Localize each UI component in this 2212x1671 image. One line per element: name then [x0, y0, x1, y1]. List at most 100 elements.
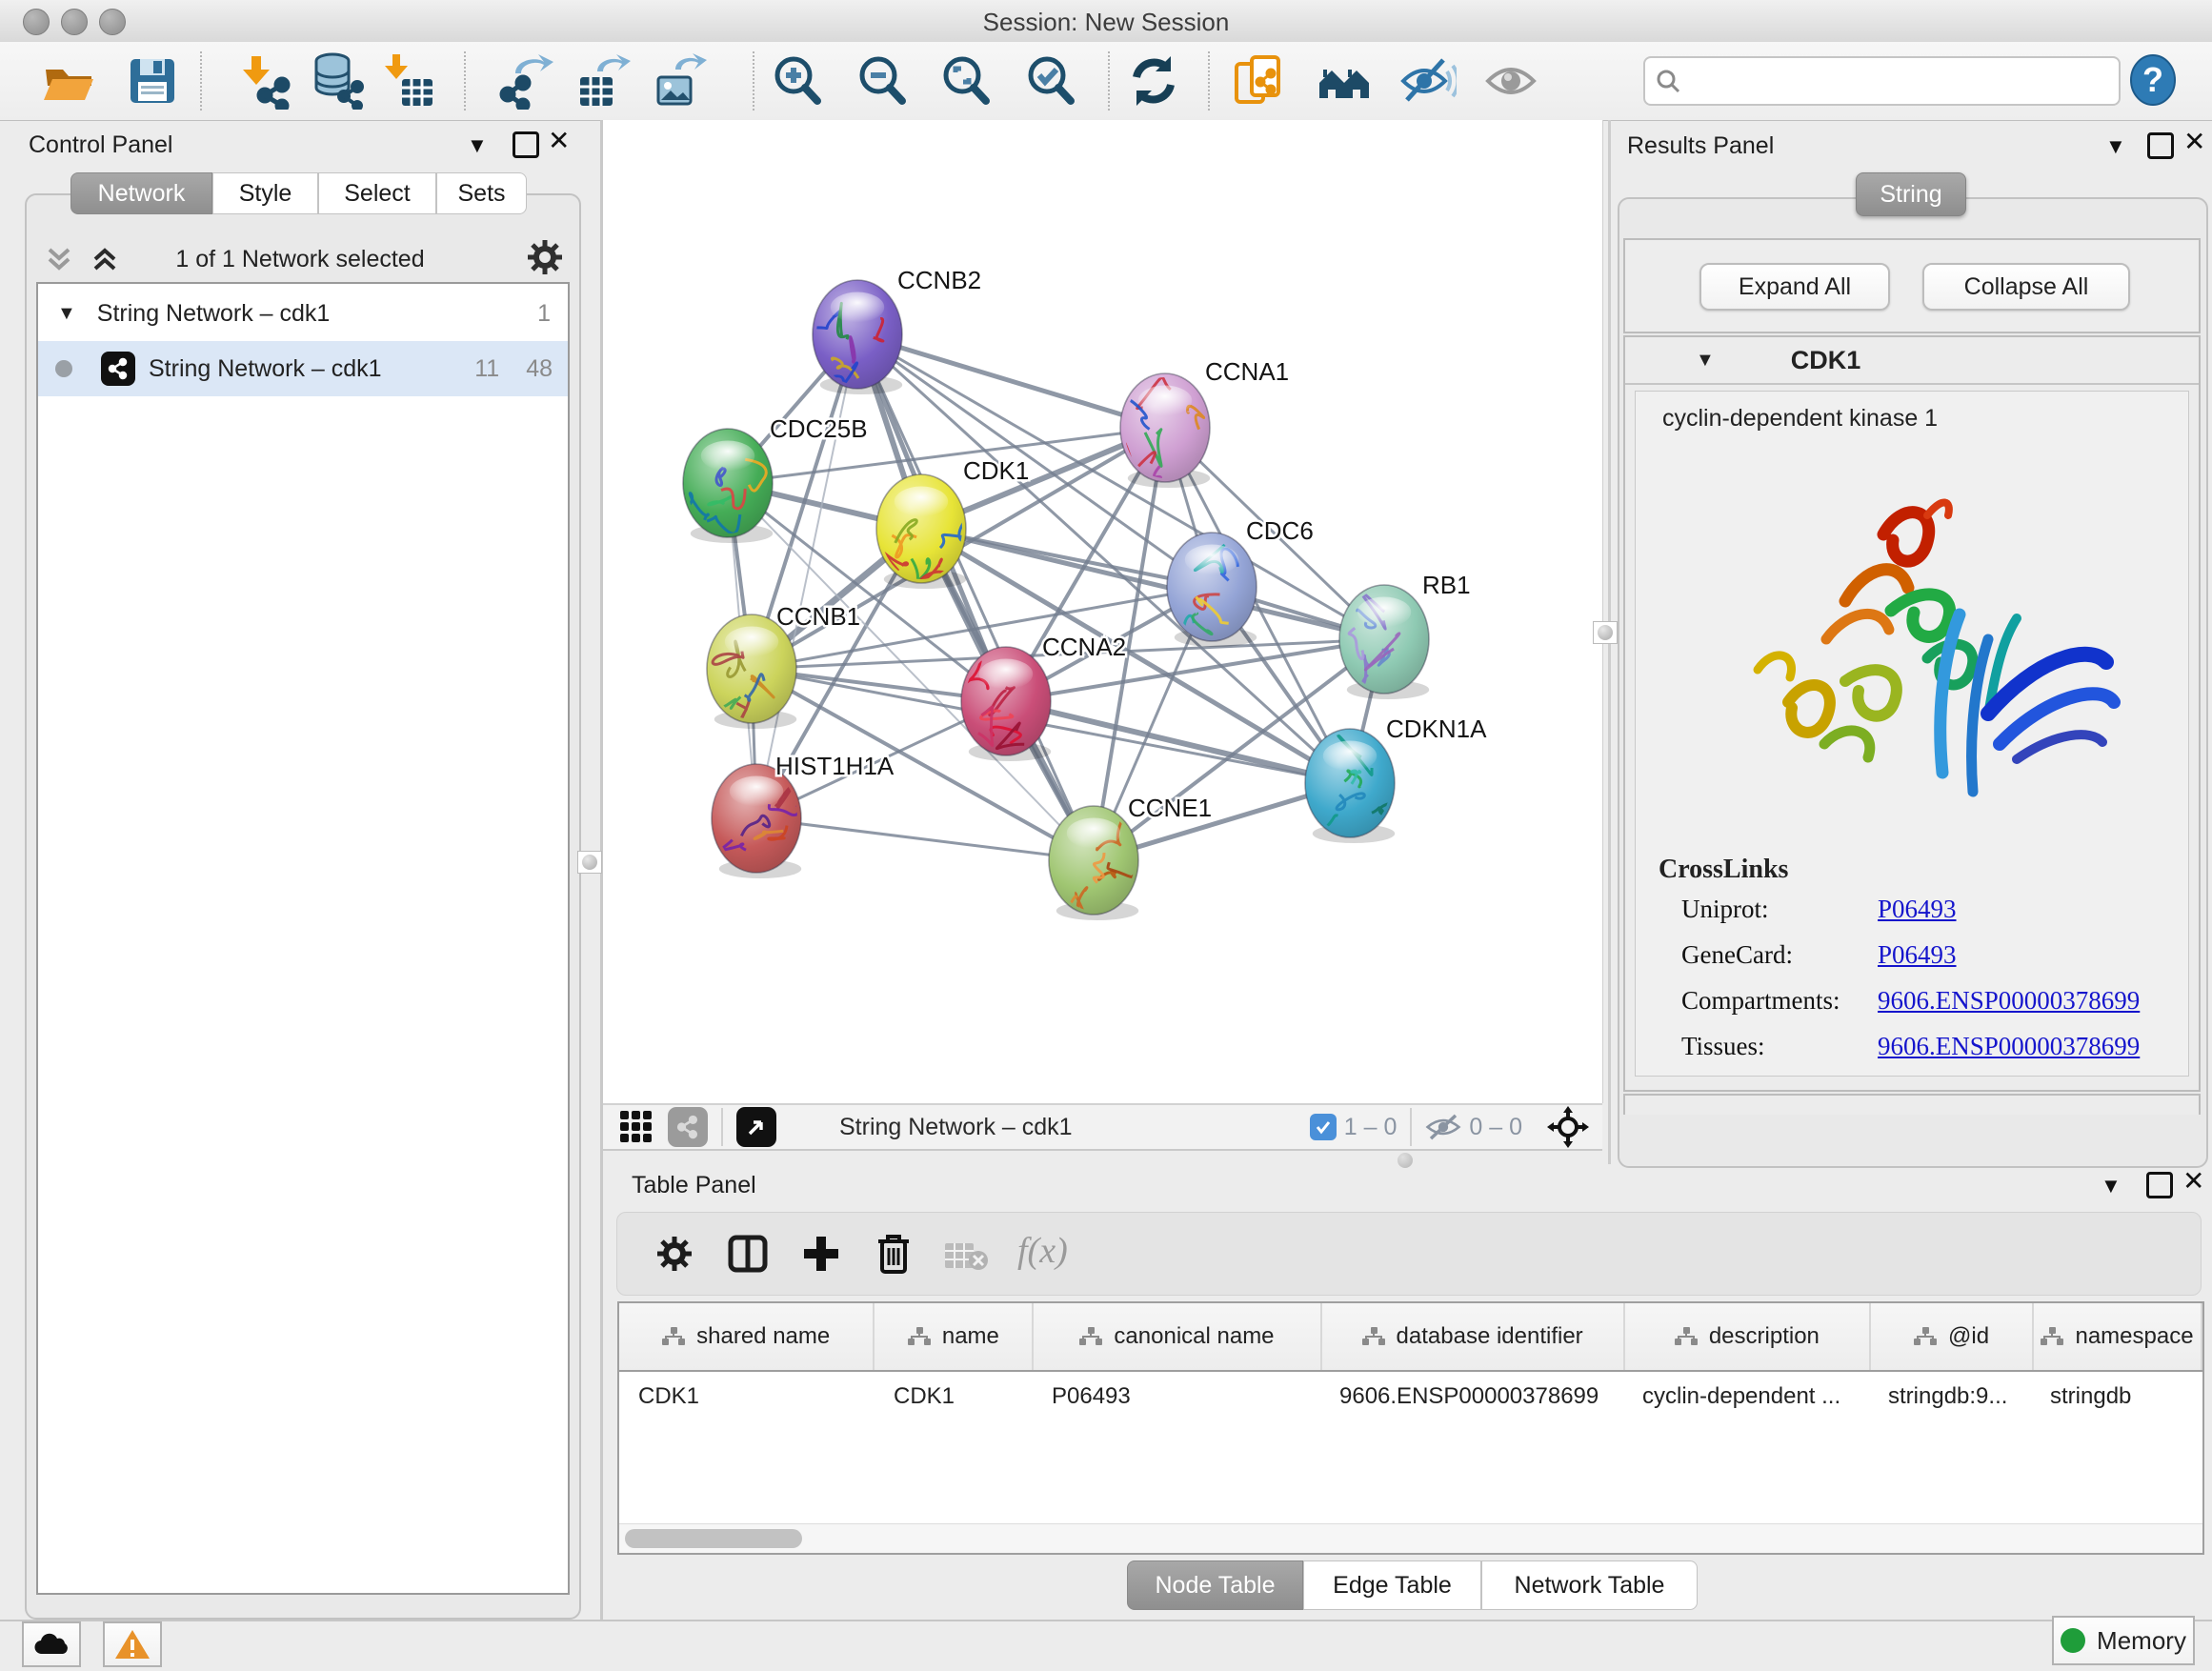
- tab-edge-table[interactable]: Edge Table: [1303, 1560, 1481, 1610]
- network-node-CCNB2[interactable]: CCNB2: [813, 266, 981, 394]
- section-collapse-icon[interactable]: ▼: [1696, 350, 1715, 372]
- network-node-CDC6[interactable]: CDC6: [1167, 516, 1314, 647]
- function-builder-icon[interactable]: f(x): [1017, 1230, 1068, 1272]
- table-cell[interactable]: CDK1: [875, 1372, 1033, 1421]
- network-node-CDKN1A[interactable]: CDKN1A: [1305, 715, 1487, 843]
- close-panel-icon[interactable]: ✕: [548, 131, 570, 151]
- collapse-panel-icon[interactable]: ▼: [2105, 134, 2126, 159]
- network-edge[interactable]: [1006, 701, 1350, 783]
- eye-slash-icon[interactable]: [1399, 52, 1457, 110]
- table-row[interactable]: CDK1CDK1P064939606.ENSP00000378699cyclin…: [619, 1372, 2202, 1421]
- crosslink-value-link[interactable]: P06493: [1878, 895, 1957, 924]
- crosslink-value-link[interactable]: P06493: [1878, 940, 1957, 970]
- tab-select[interactable]: Select: [318, 172, 436, 214]
- tab-network-table[interactable]: Network Table: [1481, 1560, 1698, 1610]
- column-header-name[interactable]: name: [875, 1303, 1034, 1370]
- export-image-icon[interactable]: [651, 52, 708, 110]
- float-panel-icon[interactable]: [513, 131, 539, 158]
- network-node-HIST1H1A[interactable]: HIST1H1A: [712, 752, 895, 878]
- add-column-icon[interactable]: [800, 1233, 842, 1275]
- eye-icon[interactable]: [1482, 52, 1539, 110]
- import-table-icon[interactable]: [379, 52, 436, 110]
- save-icon[interactable]: [124, 52, 181, 110]
- network-node-CCNA1[interactable]: CCNA1: [1120, 357, 1289, 488]
- network-edge[interactable]: [857, 334, 1165, 428]
- table-cell[interactable]: 9606.ENSP00000378699: [1320, 1372, 1623, 1421]
- gear-icon[interactable]: [526, 238, 564, 276]
- column-header-canonical-name[interactable]: canonical name: [1034, 1303, 1321, 1370]
- gene-section-header[interactable]: ▼ CDK1: [1625, 337, 2199, 385]
- tab-string[interactable]: String: [1856, 172, 1966, 216]
- collapse-all-networks-icon[interactable]: [88, 244, 122, 274]
- float-panel-icon[interactable]: [2147, 132, 2174, 159]
- birdseye-grid-icon[interactable]: [618, 1109, 654, 1145]
- tab-style[interactable]: Style: [212, 172, 318, 214]
- open-in-window-icon[interactable]: [736, 1107, 776, 1147]
- collapse-panel-icon[interactable]: ▼: [2101, 1174, 2122, 1198]
- network-node-CCNE1[interactable]: CCNE1: [1049, 794, 1212, 920]
- export-table-icon[interactable]: [574, 52, 632, 110]
- zoom-selected-icon[interactable]: [1022, 52, 1079, 110]
- share-view-icon[interactable]: [668, 1107, 708, 1147]
- selected-checkbox-icon[interactable]: [1310, 1114, 1337, 1140]
- show-columns-icon[interactable]: [728, 1235, 768, 1273]
- network-node-CDC25B[interactable]: CDC25B: [675, 414, 868, 543]
- network-node-RB1[interactable]: RB1: [1339, 571, 1471, 699]
- tab-node-table[interactable]: Node Table: [1127, 1560, 1303, 1610]
- gear-icon[interactable]: [655, 1235, 694, 1273]
- hidden-eye-slash-icon[interactable]: [1425, 1111, 1461, 1143]
- crosslink-value-link[interactable]: 9606.ENSP00000378699: [1878, 1032, 2140, 1061]
- warning-icon[interactable]: [103, 1621, 162, 1667]
- table-cell[interactable]: P06493: [1033, 1372, 1320, 1421]
- network-edge[interactable]: [756, 818, 1094, 860]
- cloud-icon[interactable]: [22, 1621, 81, 1667]
- horizontal-scrollbar[interactable]: [619, 1523, 2202, 1553]
- expand-all-networks-icon[interactable]: [42, 244, 76, 274]
- column-header-shared-name[interactable]: shared name: [619, 1303, 875, 1370]
- tree-expand-icon[interactable]: ▼: [57, 303, 76, 325]
- table-cell[interactable]: stringdb: [2031, 1372, 2199, 1421]
- table-cell[interactable]: cyclin-dependent ...: [1623, 1372, 1869, 1421]
- search-input[interactable]: [1681, 67, 2066, 95]
- houses-icon[interactable]: [1316, 52, 1373, 110]
- zoom-out-icon[interactable]: [854, 52, 911, 110]
- splitter-knob-left[interactable]: [577, 851, 602, 874]
- column-header-namespace[interactable]: namespace: [2034, 1303, 2202, 1370]
- collapse-panel-icon[interactable]: ▼: [467, 133, 488, 158]
- column-header-database-identifier[interactable]: database identifier: [1322, 1303, 1625, 1370]
- expand-all-button[interactable]: Expand All: [1699, 263, 1890, 311]
- network-edge[interactable]: [756, 334, 857, 818]
- zoom-in-icon[interactable]: [769, 52, 826, 110]
- copy-network-icon[interactable]: [1231, 52, 1288, 110]
- column-header-@id[interactable]: @id: [1871, 1303, 2034, 1370]
- column-header-description[interactable]: description: [1625, 1303, 1871, 1370]
- delete-column-icon[interactable]: [875, 1232, 913, 1276]
- import-network-icon[interactable]: [236, 52, 293, 110]
- zoom-fit-icon[interactable]: [937, 52, 995, 110]
- network-canvas[interactable]: CCNB2CCNA1CDC25BCDK1CDC6RB1CCNB1CCNA2CDK…: [603, 120, 1603, 1103]
- crosslink-value-link[interactable]: 9606.ENSP00000378699: [1878, 986, 2140, 1016]
- network-row-selected[interactable]: String Network – cdk1 11 48: [38, 341, 568, 396]
- gene-name: CDK1: [1791, 346, 1861, 375]
- search-field[interactable]: [1643, 56, 2121, 106]
- float-panel-icon[interactable]: [2146, 1172, 2173, 1198]
- close-panel-icon[interactable]: ✕: [2182, 1171, 2204, 1192]
- table-cell[interactable]: CDK1: [619, 1372, 875, 1421]
- import-database-icon[interactable]: [310, 52, 367, 110]
- delete-table-icon[interactable]: [943, 1239, 989, 1272]
- help-icon[interactable]: ?: [2126, 53, 2180, 107]
- tab-network[interactable]: Network: [70, 172, 212, 214]
- network-collection-row[interactable]: ▼ String Network – cdk1 1: [38, 286, 568, 341]
- network-edge[interactable]: [857, 334, 1094, 860]
- memory-button[interactable]: Memory: [2052, 1616, 2195, 1665]
- table-cell[interactable]: stringdb:9...: [1869, 1372, 2031, 1421]
- tab-sets[interactable]: Sets: [436, 172, 527, 214]
- refresh-icon[interactable]: [1125, 52, 1182, 110]
- collapse-all-button[interactable]: Collapse All: [1922, 263, 2130, 311]
- node-label: CCNB2: [897, 266, 981, 294]
- folder-open-icon[interactable]: [40, 52, 97, 110]
- export-network-icon[interactable]: [498, 52, 555, 110]
- fit-content-crosshair-icon[interactable]: [1547, 1106, 1589, 1148]
- scrollbar-thumb[interactable]: [625, 1529, 802, 1548]
- close-panel-icon[interactable]: ✕: [2183, 131, 2205, 152]
